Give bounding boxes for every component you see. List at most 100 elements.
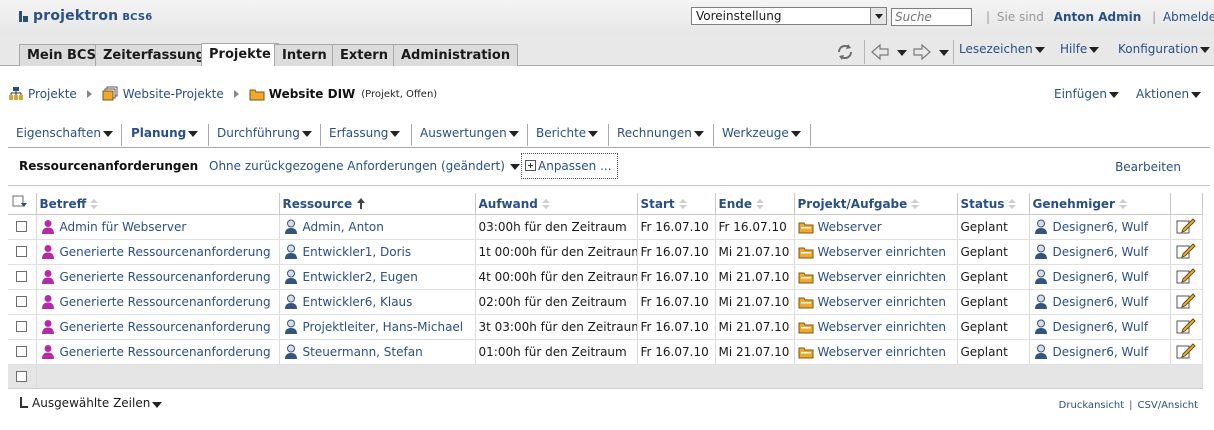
column-header-genehmiger[interactable]: Genehmiger	[1029, 193, 1171, 215]
print-view-link[interactable]: Druckansicht	[1059, 400, 1124, 411]
row-edit-cell	[1170, 314, 1203, 340]
table-row[interactable]: Generierte Ressourcenanforderung Entwick…	[8, 289, 1203, 315]
actions-menu[interactable]: Aktionen	[1136, 87, 1202, 101]
table-row[interactable]: Generierte Ressourcenanforderung Steuerm…	[8, 339, 1203, 365]
approver-link[interactable]: Designer6, Wulf	[1053, 345, 1149, 359]
edit-icon[interactable]	[1176, 342, 1196, 359]
edit-icon[interactable]	[1176, 317, 1196, 334]
refresh-icon[interactable]	[834, 41, 860, 63]
column-header-betreff[interactable]: Betreff	[36, 193, 280, 215]
nav-planung[interactable]: Planung	[123, 124, 209, 146]
table-row[interactable]: Generierte Ressourcenanforderung Projekt…	[8, 314, 1203, 340]
selected-rows-menu[interactable]: Ausgewählte Zeilen	[20, 396, 163, 410]
insert-menu[interactable]: Einfügen	[1054, 87, 1119, 101]
approver-link[interactable]: Designer6, Wulf	[1053, 320, 1149, 334]
resource-link[interactable]: Entwickler2, Eugen	[303, 270, 418, 284]
chevron-down-icon[interactable]	[870, 8, 886, 24]
resource-link[interactable]: Steuermann, Stefan	[303, 345, 423, 359]
task-link[interactable]: Webserver	[818, 220, 882, 234]
nav-eigenschaften[interactable]: Eigenschaften	[8, 124, 122, 146]
tab-mein-bcs[interactable]: Mein BCS	[19, 44, 105, 66]
tab-intern[interactable]: Intern	[274, 44, 335, 66]
task-link[interactable]: Webserver einrichten	[818, 295, 946, 309]
column-header-ende[interactable]: Ende	[715, 193, 795, 215]
nav-erfassung[interactable]: Erfassung	[321, 124, 412, 146]
column-header-ressource[interactable]: Ressource	[279, 193, 476, 215]
row-checkbox[interactable]	[16, 246, 28, 257]
edit-icon[interactable]	[1176, 292, 1196, 309]
subject-link[interactable]: Generierte Ressourcenanforderung	[60, 345, 271, 359]
row-checkbox[interactable]	[16, 321, 28, 332]
subject-link[interactable]: Generierte Ressourcenanforderung	[60, 270, 271, 284]
tab-administration[interactable]: Administration	[393, 44, 519, 66]
task-link[interactable]: Webserver einrichten	[818, 320, 946, 334]
select-all-header[interactable]	[8, 193, 37, 215]
row-checkbox[interactable]	[16, 271, 28, 282]
sort-icon	[755, 198, 764, 209]
subject-link[interactable]: Admin für Webserver	[60, 220, 187, 234]
table-row[interactable]: Generierte Ressourcenanforderung Entwick…	[8, 239, 1203, 265]
approver-link[interactable]: Designer6, Wulf	[1053, 295, 1149, 309]
tab-extern[interactable]: Extern	[332, 44, 396, 66]
table-row[interactable]: Admin für Webserver Admin, Anton 03:00h …	[8, 214, 1203, 240]
edit-icon[interactable]	[1176, 267, 1196, 284]
app-logo[interactable]: projektron BCS6	[19, 8, 152, 24]
tab-projekte[interactable]: Projekte	[201, 43, 279, 66]
forward-arrow-icon[interactable]	[911, 41, 937, 63]
effort-cell: 1t 00:00h für den Zeitraum	[475, 239, 638, 265]
approver-link[interactable]: Designer6, Wulf	[1053, 270, 1149, 284]
column-header-start[interactable]: Start	[637, 193, 716, 215]
row-checkbox[interactable]	[16, 370, 28, 382]
person-icon	[1034, 219, 1047, 234]
back-dropdown-icon[interactable]	[895, 41, 907, 63]
nav-werkzeuge[interactable]: Werkzeuge	[714, 124, 811, 146]
preset-select[interactable]: Voreinstellung	[691, 7, 887, 25]
help-menu[interactable]: Hilfe	[1060, 42, 1100, 56]
resource-link[interactable]: Admin, Anton	[303, 220, 384, 234]
approver-link[interactable]: Designer6, Wulf	[1053, 220, 1149, 234]
tab-zeiterfassung[interactable]: Zeiterfassung	[95, 44, 213, 66]
row-checkbox[interactable]	[16, 221, 28, 232]
logout-link[interactable]: Abmelden	[1163, 10, 1214, 24]
task-link[interactable]: Webserver einrichten	[818, 345, 946, 359]
resource-requests-table: Betreff Ressource Aufwand Start Ende Pro…	[8, 193, 1203, 389]
task-link[interactable]: Webserver einrichten	[818, 245, 946, 259]
task-link[interactable]: Webserver einrichten	[818, 270, 946, 284]
nav-rechnungen[interactable]: Rechnungen	[609, 124, 714, 146]
edit-button[interactable]: Bearbeiten	[1115, 160, 1181, 174]
breadcrumb-projekte[interactable]: Projekte	[8, 86, 77, 102]
row-checkbox[interactable]	[16, 296, 28, 307]
nav-durchfuehrung[interactable]: Durchführung	[209, 124, 321, 146]
csv-view-link[interactable]: CSV/Ansicht	[1138, 400, 1198, 411]
edit-icon[interactable]	[1176, 217, 1196, 234]
config-menu[interactable]: Konfiguration	[1118, 42, 1211, 56]
user-area: | Sie sind Anton Admin | Abmelden	[983, 10, 1214, 24]
top-bar: projektronBCS6 Voreinstellung | Sie sind…	[0, 0, 1214, 36]
table-row[interactable]: Generierte Ressourcenanforderung Entwick…	[8, 264, 1203, 290]
forward-dropdown-icon[interactable]	[937, 41, 949, 63]
subject-link[interactable]: Generierte Ressourcenanforderung	[60, 320, 271, 334]
customize-button[interactable]: Anpassen ...	[521, 153, 618, 179]
subject-link[interactable]: Generierte Ressourcenanforderung	[60, 245, 271, 259]
user-name[interactable]: Anton Admin	[1054, 10, 1142, 24]
list-filter-select[interactable]: Ohne zurückgezogene Anforderungen (geänd…	[209, 159, 520, 173]
nav-berichte[interactable]: Berichte	[528, 124, 609, 146]
select-all-icon[interactable]	[12, 195, 28, 209]
edit-icon[interactable]	[1176, 242, 1196, 259]
nav-auswertungen[interactable]: Auswertungen	[412, 124, 528, 146]
bookmarks-menu[interactable]: Lesezeichen	[959, 42, 1045, 56]
subject-link[interactable]: Generierte Ressourcenanforderung	[60, 295, 271, 309]
column-header-projekt-aufgabe[interactable]: Projekt/Aufgabe	[794, 193, 958, 215]
breadcrumb-website-projekte[interactable]: Website-Projekte	[102, 86, 224, 102]
task-folder-icon	[798, 322, 813, 334]
column-header-status[interactable]: Status	[957, 193, 1030, 215]
row-checkbox[interactable]	[16, 346, 28, 357]
search-input[interactable]	[891, 8, 972, 26]
back-arrow-icon[interactable]	[869, 41, 895, 63]
approver-link[interactable]: Designer6, Wulf	[1053, 245, 1149, 259]
column-header-aufwand[interactable]: Aufwand	[475, 193, 638, 215]
approver-cell: Designer6, Wulf	[1029, 289, 1171, 315]
resource-link[interactable]: Entwickler1, Doris	[303, 245, 412, 259]
resource-link[interactable]: Projektleiter, Hans-Michael	[303, 320, 464, 334]
resource-link[interactable]: Entwickler6, Klaus	[303, 295, 413, 309]
